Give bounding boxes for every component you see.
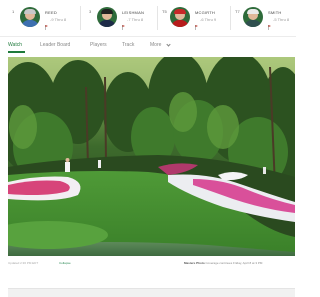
player-position: T7 bbox=[235, 9, 240, 14]
caption-credit-source: Masters Photo bbox=[184, 261, 205, 265]
avatar-shirt bbox=[98, 20, 116, 27]
player-name: REED bbox=[45, 10, 57, 15]
avatar-cap bbox=[174, 9, 186, 14]
leaderboard-strip: 1 REED -9 Thru 8 3 LEISHMAN -7 Thru 8 T5… bbox=[0, 0, 296, 36]
avatar bbox=[170, 7, 190, 27]
photo-caption: Updated 2:36 PM EDT Collapse Masters Pho… bbox=[8, 258, 295, 268]
avatar-cap bbox=[24, 9, 36, 14]
flag-icon bbox=[195, 17, 198, 30]
player-score: -5 Thru 8 bbox=[273, 17, 290, 22]
player-card[interactable]: 1 REED -9 Thru 8 bbox=[8, 0, 74, 36]
player-name: MCGIRTH bbox=[195, 10, 215, 15]
tab-track[interactable]: Track bbox=[122, 42, 134, 48]
active-tab-indicator bbox=[8, 51, 25, 53]
avatar-cap bbox=[101, 9, 113, 14]
divider bbox=[80, 6, 81, 30]
avatar-cap bbox=[247, 9, 259, 14]
player-name: LEISHMAN bbox=[122, 10, 145, 15]
caption-timestamp: Updated 2:36 PM EDT bbox=[8, 261, 39, 265]
tab-leaderboard[interactable]: Leader Board bbox=[40, 42, 70, 48]
tab-watch[interactable]: Watch bbox=[8, 42, 22, 48]
player-score: -9 Thru 8 bbox=[50, 17, 67, 22]
player-score: -7 Thru 8 bbox=[127, 17, 144, 22]
avatar-shirt bbox=[244, 20, 262, 27]
flag-icon bbox=[45, 17, 48, 30]
player-card[interactable]: 3 LEISHMAN -7 Thru 8 bbox=[85, 0, 157, 36]
player-card[interactable]: T7 SMITH -5 Thru 8 bbox=[231, 0, 295, 36]
next-content-card bbox=[8, 288, 295, 297]
player-position: 1 bbox=[12, 9, 15, 14]
avatar bbox=[243, 7, 263, 27]
avatar bbox=[20, 7, 40, 27]
player-score: -6 Thru 9 bbox=[200, 17, 217, 22]
golf-course-image bbox=[8, 57, 295, 256]
player-name: SMITH bbox=[268, 10, 282, 15]
player-card[interactable]: T5 MCGIRTH -6 Thru 9 bbox=[158, 0, 230, 36]
player-position: T5 bbox=[162, 9, 167, 14]
player-position: 3 bbox=[89, 9, 92, 14]
avatar-shirt bbox=[171, 20, 189, 27]
flag-icon bbox=[122, 17, 125, 30]
hero-photo[interactable] bbox=[8, 57, 295, 256]
caption-credit: Masters Photo Coverage continues Friday,… bbox=[184, 261, 262, 265]
avatar bbox=[97, 7, 117, 27]
tab-bar: Watch Leader Board Players Track More bbox=[0, 37, 296, 54]
flag-icon bbox=[268, 17, 271, 30]
caption-credit-text: Coverage continues Friday, April 8 at 3 … bbox=[205, 261, 263, 265]
collapse-link[interactable]: Collapse bbox=[59, 261, 71, 265]
avatar-shirt bbox=[21, 20, 39, 27]
tab-more[interactable]: More bbox=[150, 42, 161, 48]
tab-players[interactable]: Players bbox=[90, 42, 107, 48]
